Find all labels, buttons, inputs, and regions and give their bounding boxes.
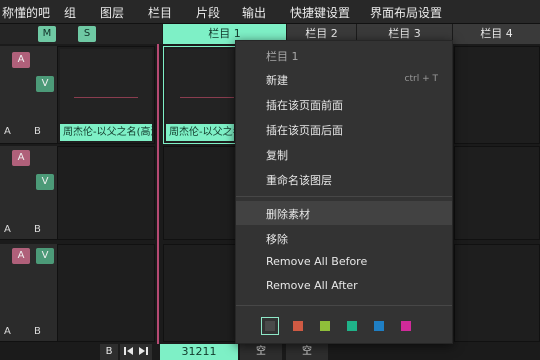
- layer-3-cell-1[interactable]: [57, 244, 155, 342]
- menu-item-shortcuts[interactable]: 快捷键设置: [290, 4, 350, 21]
- color-swatch-magenta[interactable]: [401, 321, 411, 331]
- menu-remove-all-before[interactable]: Remove All Before: [266, 255, 367, 268]
- layer-1-cell-1[interactable]: 周杰伦-以父之名(高清): [57, 46, 155, 144]
- context-menu: 栏目 1 新建 ctrl + T 插在该页面前面 插在该页面后面 复制 重命名该…: [235, 40, 453, 344]
- frame-counter: 31211: [160, 344, 238, 360]
- layer-1-audio-button[interactable]: A: [12, 52, 30, 68]
- color-swatch-teal[interactable]: [347, 321, 357, 331]
- menu-item-layout[interactable]: 界面布局设置: [370, 4, 442, 21]
- skip-controls[interactable]: [120, 344, 152, 360]
- menu-bar: 称懂的吧 组 图层 栏目 片段 输出 快捷键设置 界面布局设置: [0, 0, 540, 24]
- menu-delete-media[interactable]: 删除素材: [266, 206, 310, 222]
- layer-3-cell-4[interactable]: [454, 244, 540, 342]
- layer-2-a-label[interactable]: A: [4, 224, 11, 235]
- menu-insert-after[interactable]: 插在该页面后面: [266, 122, 343, 138]
- layer-2-cell-1[interactable]: [57, 146, 155, 240]
- clip-title: 周杰伦-以父之名(高清): [60, 124, 152, 141]
- color-swatch-green[interactable]: [320, 321, 330, 331]
- clip-title: 周杰伦-以父之名(高清): [166, 124, 234, 141]
- menu-remove[interactable]: 移除: [266, 231, 288, 247]
- color-swatch-orange[interactable]: [293, 321, 303, 331]
- menu-copy[interactable]: 复制: [266, 147, 288, 163]
- mute-button[interactable]: M: [38, 26, 56, 42]
- clip-thumbnail[interactable]: 周杰伦-以父之名(高清): [60, 49, 152, 141]
- layer-3-a-label[interactable]: A: [4, 326, 11, 337]
- menu-item-layer[interactable]: 图层: [100, 4, 124, 21]
- layer-3-audio-button[interactable]: A: [12, 248, 30, 264]
- layer-1-b-label[interactable]: B: [34, 126, 41, 137]
- layer-1-controls: A V A B: [0, 46, 57, 144]
- layer-3-b-label[interactable]: B: [34, 326, 41, 337]
- menu-separator: [236, 196, 452, 197]
- clip-thumbnail-selected[interactable]: 周杰伦-以父之名(高清): [166, 49, 234, 141]
- layer-1-cell-2[interactable]: 周杰伦-以父之名(高清): [163, 46, 237, 144]
- color-swatch-gray[interactable]: [265, 321, 275, 331]
- skip-back-icon: [124, 347, 148, 355]
- clip-waveform: [74, 97, 138, 98]
- menu-item-output[interactable]: 输出: [242, 4, 266, 21]
- layer-3-cell-2[interactable]: [163, 244, 237, 342]
- layer-2-cell-2[interactable]: [163, 146, 237, 240]
- menu-new[interactable]: 新建: [266, 72, 288, 88]
- layer-2-cell-4[interactable]: [454, 146, 540, 240]
- layer-2-controls: A V A B: [0, 146, 57, 240]
- layer-2-audio-button[interactable]: A: [12, 150, 30, 166]
- playhead-line: [157, 44, 159, 344]
- color-swatch-blue[interactable]: [374, 321, 384, 331]
- menu-item-group[interactable]: 组: [64, 4, 76, 21]
- layer-2-b-label[interactable]: B: [34, 224, 41, 235]
- clip-waveform: [180, 97, 234, 98]
- menu-item-column[interactable]: 栏目: [148, 4, 172, 21]
- layer-1-video-button[interactable]: V: [36, 76, 54, 92]
- menu-insert-before[interactable]: 插在该页面前面: [266, 97, 343, 113]
- menu-rename-layer[interactable]: 重命名该图层: [266, 172, 332, 188]
- layer-1-cell-4[interactable]: [454, 46, 540, 144]
- layer-3-video-button[interactable]: V: [36, 248, 54, 264]
- menu-new-shortcut: ctrl + T: [404, 74, 438, 84]
- layer-1-a-label[interactable]: A: [4, 126, 11, 137]
- empty-slot-2[interactable]: 空: [286, 344, 328, 360]
- layer-3-controls: A V A B: [0, 244, 57, 342]
- solo-button[interactable]: S: [78, 26, 96, 42]
- tab-column-4[interactable]: 栏目 4: [452, 24, 540, 44]
- bottom-b-button[interactable]: B: [100, 344, 118, 360]
- empty-slot-1[interactable]: 空: [240, 344, 282, 360]
- context-menu-header: 栏目 1: [266, 50, 299, 63]
- menu-separator: [236, 305, 452, 306]
- layer-2-video-button[interactable]: V: [36, 174, 54, 190]
- menu-item-title[interactable]: 称懂的吧: [2, 4, 50, 21]
- menu-item-clip[interactable]: 片段: [196, 4, 220, 21]
- menu-remove-all-after[interactable]: Remove All After: [266, 279, 358, 292]
